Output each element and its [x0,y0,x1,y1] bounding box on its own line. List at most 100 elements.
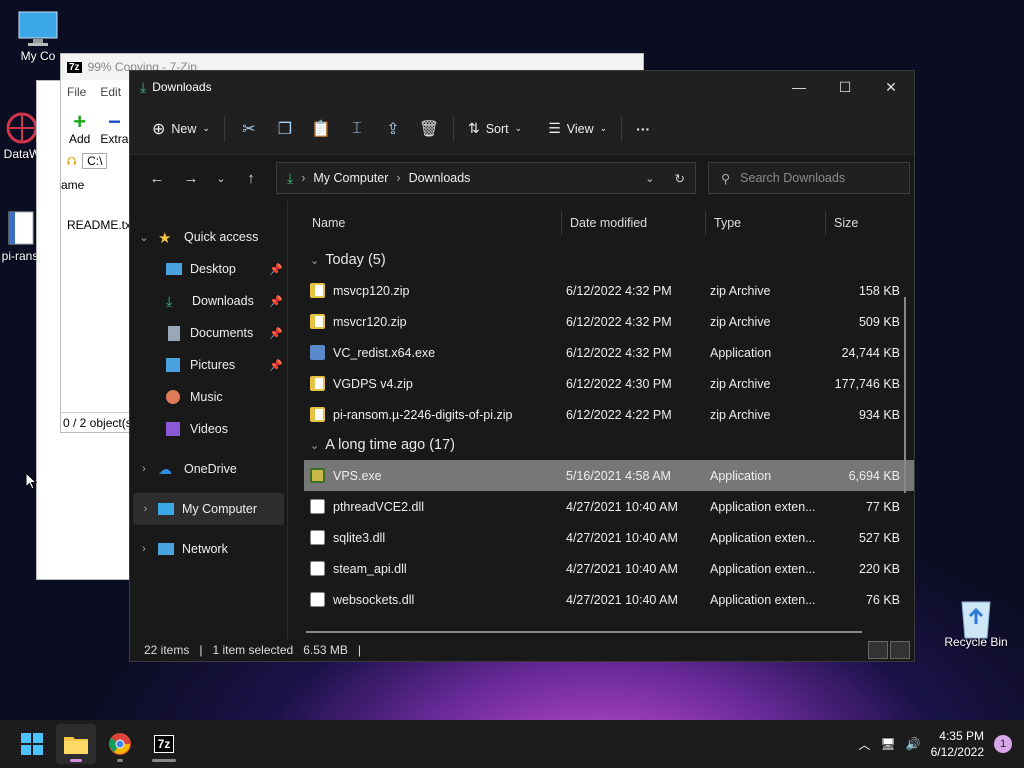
column-header-name[interactable]: Name [304,211,562,235]
taskbar-file-explorer[interactable] [56,724,96,764]
documents-icon [168,325,180,341]
zip-path[interactable]: C:\ [82,153,108,169]
file-type: zip Archive [710,407,771,422]
file-type: zip Archive [710,376,771,391]
share-button[interactable]: ⇪ [375,114,411,144]
chevron-down-icon: ⌄ [599,123,608,133]
taskbar-7zip[interactable]: 7z [144,724,184,764]
tiles-view-button[interactable] [890,641,910,659]
refresh-button[interactable]: ↻ [675,171,685,186]
zip-menu-edit[interactable]: Edit [100,85,121,99]
file-name: VGDPS v4.zip [333,376,413,391]
new-button[interactable]: ⊕ New ⌄ [144,113,218,145]
sidebar-item-videos[interactable]: Videos [130,413,287,445]
recycle-bin-icon [955,596,997,639]
downloads-icon: ⤓ [166,293,173,309]
file-row[interactable]: sqlite3.dll 4/27/2021 10:40 AM Application… [304,522,914,553]
column-header-date[interactable]: Date modified [562,211,706,235]
rename-button[interactable]: ⌶ [339,114,375,144]
sidebar-item-network[interactable]: › Network [130,533,287,565]
file-name: msvcr120.zip [333,314,407,329]
address-dropdown-button[interactable]: ⌄ [645,171,654,186]
maximize-button[interactable]: ☐ [822,71,868,103]
more-options-button[interactable]: ··· [628,115,658,143]
zip-extract-button[interactable]: − Extra [100,111,128,147]
mouse-cursor-icon [25,472,37,490]
file-row[interactable]: steam_api.dll 4/27/2021 10:40 AM Applicati… [304,553,914,584]
music-icon [166,390,180,404]
file-row[interactable]: VPS.exe 5/16/2021 4:58 AM Application 6,694… [304,460,914,491]
file-row[interactable]: pthreadVCE2.dll 4/27/2021 10:40 AM Applica… [304,491,914,522]
sort-button[interactable]: ⇅ Sort ⌄ [460,114,530,143]
breadcrumb-separator-icon: › [396,171,401,185]
file-row[interactable]: msvcp120.zip 6/12/2022 4:32 PM zip Archive… [304,275,914,306]
sidebar-item-desktop[interactable]: Desktop 📌 [130,253,287,285]
start-button[interactable] [12,724,52,764]
desktop-icon-pi-ransom[interactable]: pi-rans [0,210,40,263]
sidebar-item-documents[interactable]: Documents 📌 [130,317,287,349]
dll-file-icon [310,499,325,514]
file-size: 76 KB [865,592,900,607]
zip-add-button[interactable]: + Add [69,111,90,147]
network-status-icon[interactable]: 🖥 [880,737,895,751]
recent-locations-button[interactable]: ⌄ [208,172,234,185]
paste-button[interactable]: 📋 [303,114,339,144]
system-tray: ︿ 🖥 🔊 4:35 PM 6/12/2022 1 [858,728,1024,760]
column-header-type[interactable]: Type [706,211,826,235]
folder-up-icon[interactable]: ⮉ [67,154,76,169]
taskbar-chrome[interactable] [100,724,140,764]
file-date: 6/12/2022 4:22 PM [566,407,672,422]
address-bar[interactable]: ⤓ › My Computer › Downloads ⌄ ↻ [276,162,696,194]
file-size: 77 KB [865,499,900,514]
file-size: 527 KB [858,530,900,545]
close-button[interactable]: ✕ [868,71,914,103]
chevron-down-icon: ⌄ [514,123,523,133]
vertical-scrollbar[interactable] [904,297,906,493]
explorer-titlebar[interactable]: ⤓ Downloads — ☐ ✕ [130,71,914,103]
file-row[interactable]: VGDPS v4.zip 6/12/2022 4:30 PM zip Archive… [304,368,914,399]
view-button[interactable]: ☰ View ⌄ [540,114,615,143]
delete-button[interactable]: 🗑 [411,114,447,144]
back-button[interactable]: ← [140,170,174,187]
sidebar-item-quick-access[interactable]: ⌄ ★ Quick access [130,221,287,253]
file-row[interactable]: websockets.dll 4/27/2021 10:40 AM Applicat… [304,584,914,608]
notification-badge[interactable]: 1 [994,735,1012,753]
up-button[interactable]: ↑ [234,170,268,187]
file-row[interactable]: pi-ransom.µ-2246-digits-of-pi.zip 6/12/20… [304,399,914,430]
sidebar-item-pictures[interactable]: Pictures 📌 [130,349,287,381]
chevron-up-icon[interactable]: ︿ [858,736,870,753]
file-type: Application [710,345,772,360]
breadcrumb-downloads[interactable]: Downloads [409,171,471,185]
forward-button[interactable]: → [174,170,208,187]
sidebar-item-onedrive[interactable]: › ☁ OneDrive [130,453,287,485]
desktop-icon [166,263,182,275]
horizontal-scrollbar[interactable] [306,631,862,633]
search-box[interactable]: ⚲ Search Downloads [708,162,910,194]
details-view-button[interactable] [868,641,888,659]
chevron-right-icon[interactable]: › [130,543,158,555]
clock[interactable]: 4:35 PM 6/12/2022 [931,728,984,760]
column-header-size[interactable]: Size [826,211,896,235]
volume-icon[interactable]: 🔊 [906,737,921,751]
dll-file-icon [310,592,325,607]
copy-button[interactable]: ❐ [267,114,303,144]
chevron-down-icon[interactable]: ⌄ [130,231,158,244]
zip-menu-file[interactable]: File [67,85,86,99]
group-header-long-ago[interactable]: ⌄ A long time ago (17) [304,430,914,460]
file-size: 509 KB [858,314,900,329]
file-row[interactable]: msvcr120.zip 6/12/2022 4:32 PM zip Archive… [304,306,914,337]
sidebar-item-downloads[interactable]: ⤓ Downloads 📌 [130,285,287,317]
file-row[interactable]: VC_redist.x64.exe 6/12/2022 4:32 PM Applic… [304,337,914,368]
sidebar-item-music[interactable]: Music [130,381,287,413]
sidebar-item-my-computer[interactable]: › My Computer [133,493,284,525]
plus-circle-icon: ⊕ [152,120,166,138]
desktop-icon-recycle-bin[interactable]: Recycle Bin [942,596,1010,649]
chevron-down-icon: ⌄ [645,172,655,185]
chevron-right-icon[interactable]: › [133,503,158,515]
group-header-today[interactable]: ⌄ Today (5) [304,245,914,275]
file-explorer-window[interactable]: ⤓ Downloads — ☐ ✕ ⊕ New ⌄ ✂ ❐ 📋 ⌶ ⇪ 🗑 ⇅ … [129,70,915,662]
minimize-button[interactable]: — [776,71,822,103]
cut-button[interactable]: ✂ [231,114,267,144]
chevron-right-icon[interactable]: › [130,463,158,475]
breadcrumb-my-computer[interactable]: My Computer [313,171,388,185]
